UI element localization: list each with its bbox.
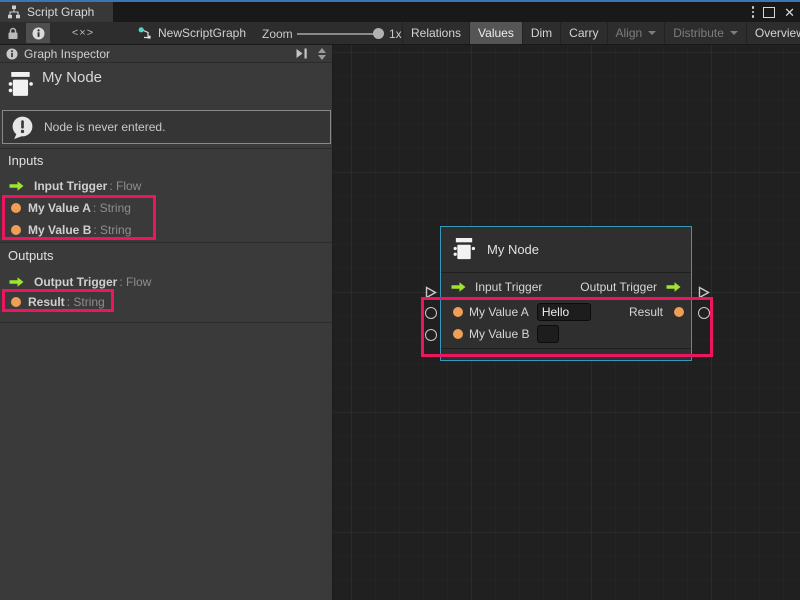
unit-node-icon <box>453 236 476 263</box>
lock-button[interactable] <box>2 23 24 43</box>
chevron-down-icon <box>730 31 738 35</box>
code-icon: <×> <box>72 27 94 39</box>
info-icon <box>32 27 45 40</box>
value-a-field[interactable] <box>537 303 591 321</box>
graph-breadcrumb[interactable]: NewScriptGraph <box>138 22 246 44</box>
port-row-my-value-b[interactable]: My Value B: String <box>0 219 332 240</box>
port-row-input-trigger[interactable]: Input Trigger: Flow <box>0 175 332 196</box>
value-port-icon[interactable] <box>453 307 463 317</box>
value-port-icon[interactable] <box>453 329 463 339</box>
external-result-port[interactable] <box>698 307 710 319</box>
node-footer <box>441 348 691 360</box>
flow-arrow-icon <box>450 281 467 293</box>
panel-scrub-control[interactable] <box>318 48 326 60</box>
value-port-icon <box>11 297 21 307</box>
inputs-heading: Inputs <box>8 153 43 168</box>
value-b-row: My Value B <box>441 323 691 345</box>
section-divider <box>0 242 332 243</box>
value-port-icon <box>674 307 684 317</box>
value-port-icon <box>11 225 21 235</box>
inspector-title: Graph Inspector <box>24 47 289 61</box>
arrow-down-icon <box>318 55 326 60</box>
output-trigger-port[interactable]: Output Trigger <box>580 280 682 294</box>
zoom-slider-track[interactable] <box>297 33 381 35</box>
value-port-icon <box>11 203 21 213</box>
align-dropdown[interactable]: Align <box>607 22 665 44</box>
graph-toolbar: <×> NewScriptGraph Zoom 1x Relations Val… <box>0 22 800 45</box>
graph-name-label: NewScriptGraph <box>158 26 246 40</box>
window-menu-icon[interactable] <box>752 6 755 18</box>
close-icon[interactable]: ✕ <box>784 6 795 19</box>
view-options-group: Relations Values Dim Carry Align Distrib… <box>402 22 800 44</box>
outputs-heading: Outputs <box>8 248 54 263</box>
input-trigger-port[interactable]: Input Trigger <box>450 280 542 294</box>
graph-canvas[interactable]: My Node Input Trigger Output Trigger <box>333 45 800 600</box>
inspector-header: Graph Inspector <box>0 45 332 63</box>
external-input-flow-port[interactable] <box>424 286 437 299</box>
external-value-b-port[interactable] <box>425 329 437 341</box>
relations-button[interactable]: Relations <box>402 22 469 44</box>
script-graph-icon <box>7 5 21 19</box>
node-title: My Node <box>487 242 539 257</box>
warning-box: Node is never entered. <box>2 110 331 144</box>
zoom-label: Zoom <box>262 27 293 41</box>
values-button[interactable]: Values <box>469 22 522 44</box>
window-controls: ✕ <box>752 4 795 20</box>
arrow-up-icon <box>318 48 326 53</box>
inspected-node-title: My Node <box>42 69 102 86</box>
external-value-a-port[interactable] <box>425 307 437 319</box>
carry-button[interactable]: Carry <box>560 22 606 44</box>
warning-bubble-icon <box>10 115 35 140</box>
section-divider <box>0 148 332 149</box>
node-header[interactable]: My Node <box>441 227 691 273</box>
tab-script-graph[interactable]: Script Graph <box>0 2 113 22</box>
port-row-my-value-a[interactable]: My Value A: String <box>0 197 332 218</box>
distribute-dropdown[interactable]: Distribute <box>664 22 746 44</box>
zoom-value-label: 1x <box>389 27 402 41</box>
port-row-output-trigger[interactable]: Output Trigger: Flow <box>0 271 332 292</box>
tab-label: Script Graph <box>27 5 94 19</box>
chevron-down-icon <box>648 31 656 35</box>
flow-arrow-icon <box>665 281 682 293</box>
script-graph-window: Script Graph ✕ <box>0 0 800 600</box>
value-a-row: My Value A Result <box>441 301 691 323</box>
graph-asset-icon <box>138 26 152 40</box>
result-port[interactable]: Result <box>629 305 682 319</box>
warning-text: Node is never entered. <box>44 120 165 134</box>
graph-inspector-panel: Graph Inspector <box>0 45 333 600</box>
section-divider <box>0 322 332 323</box>
window-focus-accent <box>0 0 800 2</box>
external-output-flow-port[interactable] <box>697 286 710 299</box>
trigger-row: Input Trigger Output Trigger <box>441 273 691 301</box>
tab-bar: Script Graph ✕ <box>0 0 800 22</box>
code-preview-button[interactable]: <×> <box>64 23 102 43</box>
maximize-icon[interactable] <box>763 7 775 18</box>
flow-arrow-icon <box>8 276 25 288</box>
info-icon <box>6 48 18 60</box>
dim-button[interactable]: Dim <box>522 22 560 44</box>
overview-button[interactable]: Overview <box>746 22 800 44</box>
inspected-node-block: My Node <box>0 63 332 110</box>
port-row-result[interactable]: Result: String <box>0 291 332 312</box>
lock-icon <box>7 27 19 40</box>
inspector-toggle-button[interactable] <box>26 23 50 43</box>
unit-node-icon <box>8 69 34 101</box>
my-node[interactable]: My Node Input Trigger Output Trigger <box>440 226 692 361</box>
dock-panel-icon[interactable] <box>295 48 308 59</box>
flow-arrow-icon <box>8 180 25 192</box>
zoom-slider-handle[interactable] <box>373 28 384 39</box>
value-b-field[interactable] <box>537 325 559 343</box>
